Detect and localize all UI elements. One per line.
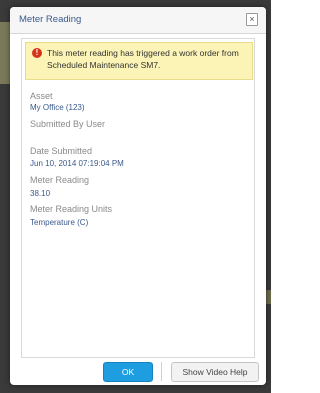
work-order-alert: ! This meter reading has triggered a wor… bbox=[25, 42, 253, 80]
asset-value: My Office (123) bbox=[30, 103, 85, 112]
date-submitted-value: Jun 10, 2014 07:19:04 PM bbox=[30, 159, 124, 168]
meter-reading-units-label: Meter Reading Units bbox=[30, 204, 113, 214]
dialog-title: Meter Reading bbox=[19, 14, 82, 25]
show-video-help-button[interactable]: Show Video Help bbox=[171, 362, 259, 382]
alert-message: This meter reading has triggered a work … bbox=[47, 48, 239, 70]
dialog-content: ! This meter reading has triggered a wor… bbox=[21, 38, 255, 358]
meter-reading-value: 38.10 bbox=[30, 189, 51, 198]
ok-button[interactable]: OK bbox=[103, 362, 153, 382]
meter-reading-dialog: Meter Reading × ! This meter reading has… bbox=[10, 7, 266, 385]
alert-icon: ! bbox=[32, 48, 42, 58]
close-icon[interactable]: × bbox=[246, 13, 258, 26]
asset-label: Asset bbox=[30, 91, 53, 101]
submitted-by-label: Submitted By User bbox=[30, 119, 106, 129]
dialog-title-bar: Meter Reading × bbox=[10, 7, 266, 34]
dialog-footer: OK Show Video Help bbox=[10, 359, 266, 385]
date-submitted-label: Date Submitted bbox=[30, 146, 93, 156]
meter-reading-units-value: Temperature (C) bbox=[30, 218, 89, 227]
meter-reading-label: Meter Reading bbox=[30, 175, 90, 185]
footer-divider bbox=[161, 362, 162, 381]
